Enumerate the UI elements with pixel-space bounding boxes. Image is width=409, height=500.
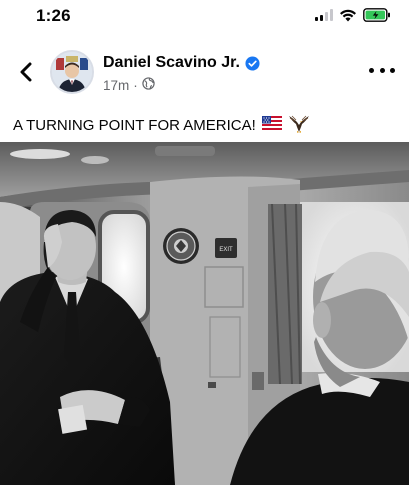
more-options-button[interactable]	[369, 60, 395, 80]
eagle-icon	[288, 113, 310, 137]
author-name[interactable]: Daniel Scavino Jr.	[103, 54, 260, 72]
globe-icon	[142, 77, 155, 93]
avatar[interactable]	[50, 50, 94, 94]
verified-badge-icon	[245, 55, 260, 71]
more-dot	[369, 67, 374, 73]
post-header: Daniel Scavino Jr. 17m ·	[0, 46, 409, 100]
post-text: A TURNING POINT FOR AMERICA!	[13, 113, 310, 137]
more-dot	[390, 67, 395, 73]
post-meta: 17m ·	[103, 77, 155, 93]
post-text-content: A TURNING POINT FOR AMERICA!	[13, 116, 256, 134]
status-time: 1:26	[36, 6, 71, 25]
us-flag-icon	[261, 116, 282, 134]
back-button[interactable]	[14, 60, 38, 84]
status-bar: 1:26	[0, 0, 409, 34]
more-dot	[379, 67, 385, 73]
post-photo[interactable]: EXIT	[0, 142, 409, 485]
wifi-icon	[339, 9, 357, 22]
status-icons	[315, 8, 391, 22]
chevron-left-icon	[20, 62, 32, 82]
battery-charging-icon	[363, 8, 391, 22]
meta-separator: ·	[133, 77, 138, 93]
cellular-signal-icon	[315, 9, 333, 21]
exit-sign-text: EXIT	[219, 247, 233, 253]
post-time[interactable]: 17m	[103, 78, 129, 93]
author-name-text[interactable]: Daniel Scavino Jr.	[103, 54, 240, 72]
